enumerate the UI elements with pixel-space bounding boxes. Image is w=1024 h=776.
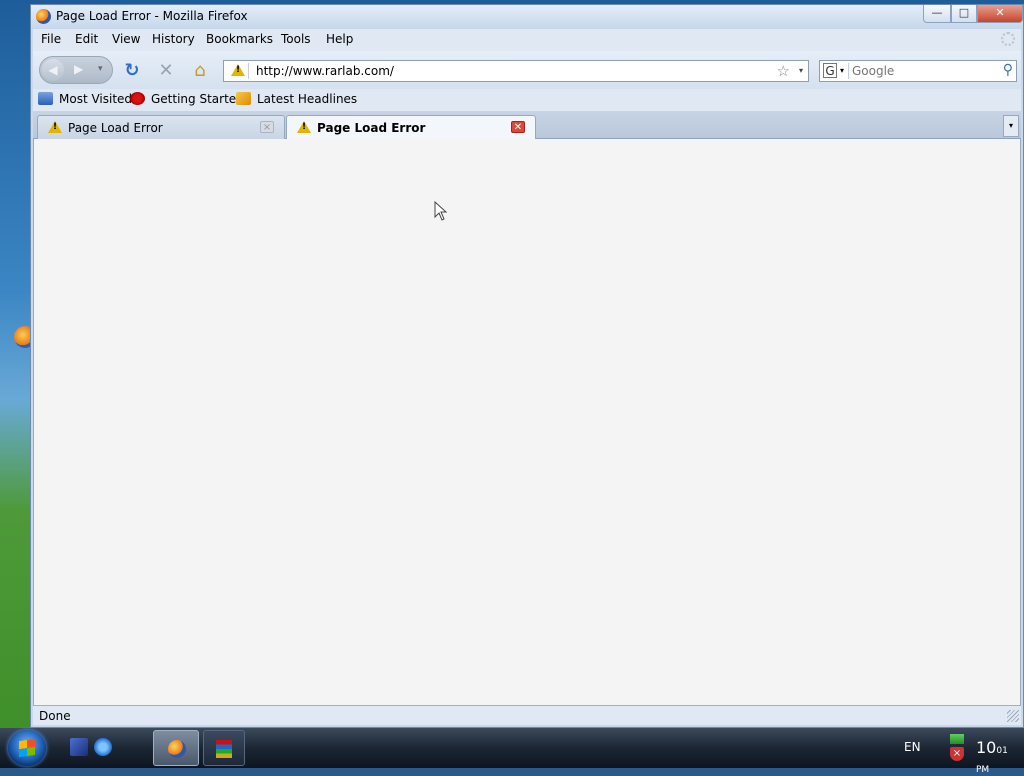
- page-content[interactable]: [33, 139, 1021, 705]
- stop-button[interactable]: ✕: [155, 61, 177, 81]
- window-title: Page Load Error - Mozilla Firefox: [56, 9, 248, 23]
- bookmark-getting-started[interactable]: Getting Started: [130, 92, 244, 108]
- menu-bar: File Edit View History Bookmarks Tools H…: [33, 29, 1021, 51]
- bookmark-star-icon[interactable]: ☆: [777, 62, 790, 80]
- internet-explorer-icon[interactable]: [94, 738, 112, 756]
- bookmark-label: Most Visited: [59, 92, 133, 106]
- firefox-logo-icon: [36, 9, 51, 24]
- tab-page-load-error-2[interactable]: Page Load Error ✕: [286, 115, 536, 139]
- warning-icon: [231, 64, 245, 76]
- back-forward-group: ◀ ▶ ▾: [39, 56, 113, 84]
- tab-label: Page Load Error: [317, 121, 426, 135]
- reload-button[interactable]: ↻: [121, 61, 143, 81]
- activity-throbber-icon: [1001, 32, 1015, 46]
- rss-feed-icon: [236, 92, 251, 105]
- mouse-cursor-icon: [434, 200, 448, 224]
- status-text: Done: [39, 709, 71, 723]
- bookmark-label: Getting Started: [151, 92, 244, 106]
- winrar-icon: [216, 740, 232, 758]
- menu-tools[interactable]: Tools: [281, 32, 311, 46]
- list-all-tabs-button[interactable]: ▾: [1003, 115, 1019, 137]
- minimize-button[interactable]: —: [923, 5, 951, 23]
- firefox-logo-icon: [130, 92, 145, 105]
- forward-button[interactable]: ▶: [74, 62, 83, 76]
- warning-icon: [297, 121, 311, 133]
- tab-label: Page Load Error: [68, 121, 163, 135]
- history-dropdown-button[interactable]: ▾: [98, 64, 103, 74]
- search-engine-button[interactable]: G ▾: [822, 63, 849, 79]
- clock[interactable]: 1001 PM: [976, 738, 1008, 776]
- site-identity-button[interactable]: [228, 63, 249, 79]
- search-input[interactable]: [852, 63, 992, 79]
- bookmark-label: Latest Headlines: [257, 92, 358, 106]
- taskbar: EN × 1001 PM: [0, 728, 1024, 775]
- system-tray[interactable]: ×: [950, 734, 966, 762]
- menu-edit[interactable]: Edit: [75, 32, 98, 46]
- status-bar: Done: [33, 705, 1021, 725]
- tab-close-button[interactable]: ×: [260, 121, 274, 133]
- bookmark-latest-headlines[interactable]: Latest Headlines: [236, 92, 357, 108]
- tab-bar: Page Load Error × Page Load Error ✕ ▾: [33, 111, 1021, 139]
- show-desktop-icon[interactable]: [70, 738, 88, 756]
- tab-close-button[interactable]: ✕: [511, 121, 525, 133]
- most-visited-icon: [38, 92, 53, 105]
- menu-history[interactable]: History: [152, 32, 195, 46]
- clock-minutes: 01: [996, 746, 1008, 756]
- tab-page-load-error-1[interactable]: Page Load Error ×: [37, 115, 285, 139]
- clock-ampm: PM: [976, 765, 990, 775]
- maximize-button[interactable]: □: [951, 5, 977, 23]
- back-button[interactable]: ◀: [42, 59, 64, 81]
- google-icon: G: [823, 63, 837, 78]
- url-bar[interactable]: http://www.rarlab.com/ ☆ ▾: [223, 60, 809, 82]
- url-input[interactable]: http://www.rarlab.com/: [256, 64, 394, 78]
- search-icon[interactable]: ⚲: [1003, 62, 1013, 78]
- close-button[interactable]: ✕: [977, 5, 1023, 23]
- language-indicator[interactable]: EN: [904, 740, 921, 754]
- url-history-dropdown-button[interactable]: ▾: [799, 66, 803, 75]
- windows-logo-icon: [19, 738, 35, 758]
- menu-bookmarks[interactable]: Bookmarks: [206, 32, 273, 46]
- navigation-toolbar: ◀ ▶ ▾ ↻ ✕ ⌂ http://www.rarlab.com/ ☆ ▾ G…: [33, 51, 1021, 89]
- taskbar-firefox-button[interactable]: [153, 730, 199, 766]
- clock-hour: 10: [976, 738, 997, 757]
- resize-grip-icon[interactable]: [1007, 710, 1019, 722]
- title-bar[interactable]: Page Load Error - Mozilla Firefox — □ ✕: [31, 5, 1023, 29]
- security-alert-icon[interactable]: ×: [950, 747, 964, 761]
- menu-help[interactable]: Help: [326, 32, 353, 46]
- menu-view[interactable]: View: [112, 32, 140, 46]
- start-button[interactable]: [8, 730, 46, 766]
- menu-file[interactable]: File: [41, 32, 61, 46]
- taskbar-winrar-button[interactable]: [203, 730, 245, 766]
- warning-icon: [48, 121, 62, 133]
- network-icon[interactable]: [950, 734, 964, 744]
- chevron-down-icon: ▾: [840, 66, 845, 75]
- bookmark-most-visited[interactable]: Most Visited: [38, 92, 132, 108]
- firefox-logo-icon: [168, 740, 186, 758]
- bookmarks-toolbar: Most Visited Getting Started Latest Head…: [33, 89, 1021, 111]
- search-bar: G ▾ ⚲: [819, 60, 1017, 82]
- firefox-window: Page Load Error - Mozilla Firefox — □ ✕ …: [30, 4, 1024, 728]
- home-button[interactable]: ⌂: [189, 61, 211, 81]
